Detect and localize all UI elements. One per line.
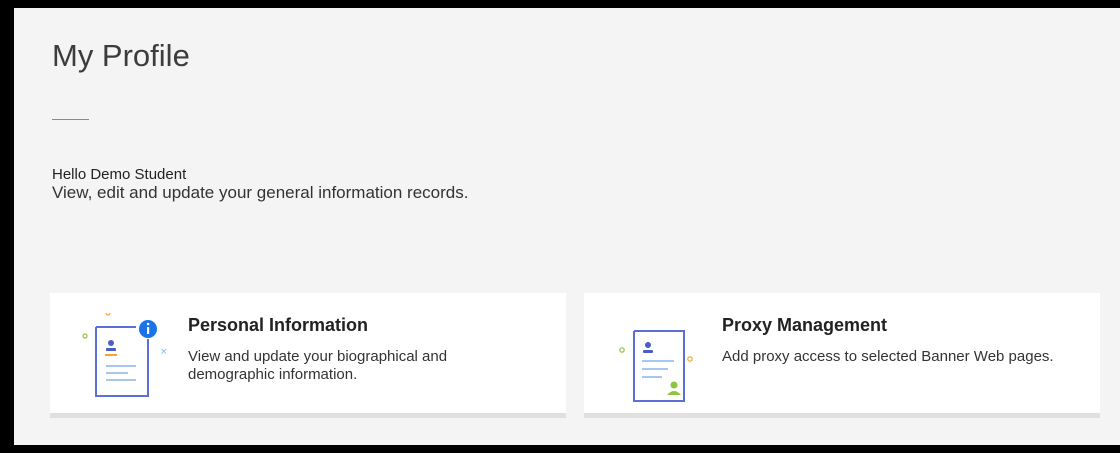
title-divider bbox=[52, 119, 89, 120]
card-description: Add proxy access to selected Banner Web … bbox=[722, 348, 1054, 365]
page-title: My Profile bbox=[52, 38, 190, 73]
intro-text: View, edit and update your general infor… bbox=[52, 183, 469, 202]
card-description: View and update your biographical and de… bbox=[188, 348, 448, 383]
proxy-management-icon bbox=[612, 313, 712, 403]
personal-information-card[interactable]: × Personal Information View and update y… bbox=[50, 293, 566, 418]
profile-page: My Profile Hello Demo Student View, edit… bbox=[14, 8, 1120, 445]
svg-text:×: × bbox=[160, 347, 168, 357]
proxy-management-card[interactable]: Proxy Management Add proxy access to sel… bbox=[584, 293, 1100, 418]
card-title[interactable]: Personal Information bbox=[188, 315, 368, 336]
card-title[interactable]: Proxy Management bbox=[722, 315, 887, 336]
personal-info-icon: × bbox=[78, 310, 178, 403]
greeting-text: Hello Demo Student bbox=[52, 166, 187, 183]
